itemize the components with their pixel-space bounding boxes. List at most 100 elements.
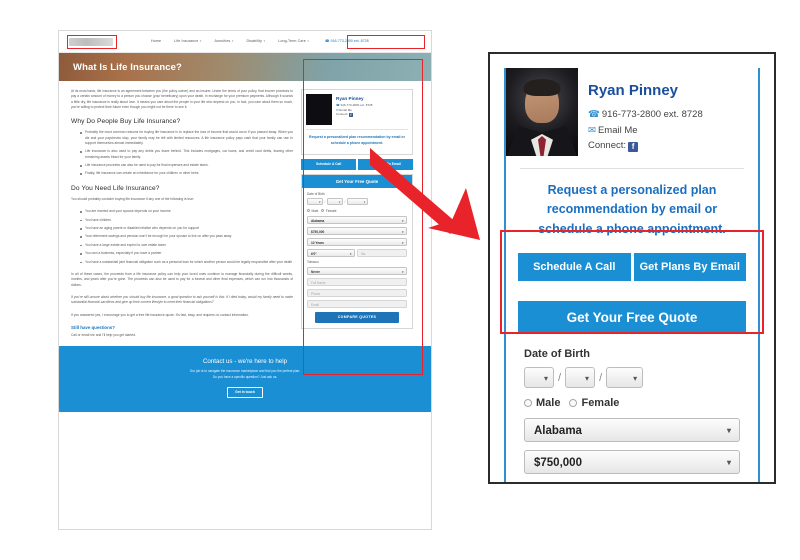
- dob-label: Date of Birth: [524, 348, 590, 361]
- chevron-down-icon: ▾: [231, 38, 234, 43]
- schedule-a-call-button[interactable]: Schedule A Call: [518, 253, 631, 282]
- radio-icon: [524, 399, 532, 408]
- nav-links: Home Life Insurance ▾ Annuities ▾ Disabili…: [151, 38, 310, 44]
- list-item: Your retirement savings and pension won'…: [80, 234, 293, 239]
- agent-card: Ryan Pinney ☎ 916-773-2800 ext. 8728 ✉ E…: [301, 89, 413, 155]
- list-item: Probably the most common reasons for buy…: [80, 130, 293, 146]
- get-in-touch-button[interactable]: Get in touch: [227, 386, 263, 398]
- agent-meta: Ryan Pinney ☎ 916-773-2800 ext. 8728 ✉ E…: [336, 94, 372, 125]
- article-column: At its most basic, life insurance is an …: [71, 89, 293, 338]
- radio-icon: [321, 209, 325, 213]
- footer-title: Contact us - we're here to help: [202, 358, 288, 366]
- get-plans-by-email-button[interactable]: Get Plans By Email: [633, 253, 746, 282]
- avatar: [506, 68, 578, 156]
- dob-row: / /: [307, 198, 407, 206]
- article-intro: At its most basic, life insurance is an …: [71, 89, 293, 109]
- agent-name: Ryan Pinney: [336, 96, 364, 101]
- tobacco-label: Tobacco: [307, 260, 319, 265]
- chevron-down-icon: ▾: [263, 38, 266, 43]
- slash-separator: /: [599, 371, 603, 384]
- agent-cta-text: Request a personalized plan recommendati…: [306, 129, 408, 150]
- email-input[interactable]: Email: [307, 299, 407, 308]
- dob-year-select[interactable]: [606, 367, 644, 389]
- dob-month-select[interactable]: [524, 367, 554, 389]
- quote-form-body: Date of Birth / / Male Female Alaba: [302, 188, 412, 328]
- heading-still-have-questions: Still have questions?: [71, 325, 115, 331]
- slash-separator: /: [344, 199, 346, 204]
- need-list: You are married and your spouse depends …: [80, 209, 293, 265]
- heading-why-buy: Why Do People Buy Life Insurance?: [71, 118, 181, 126]
- agent-connect: Connect: f: [336, 112, 353, 117]
- phone-input[interactable]: Phone: [307, 288, 407, 297]
- agent-phone[interactable]: ☎ 916-773-2800 ext. 8728: [588, 107, 703, 123]
- screenshot-stage: Home Life Insurance ▾ Annuities ▾ Disabili…: [0, 0, 800, 560]
- dob-year-select[interactable]: [346, 198, 368, 206]
- state-select[interactable]: Alabama: [307, 216, 407, 225]
- hero-banner: What Is Life Insurance?: [59, 53, 431, 81]
- facebook-icon[interactable]: f: [348, 112, 353, 117]
- list-item: You are married and your spouse depends …: [80, 209, 293, 214]
- heading-do-you-need: Do You Need Life Insurance?: [71, 184, 160, 192]
- paragraph-answer: If you answered yes, I encourage you to …: [71, 312, 249, 317]
- dob-day-select[interactable]: [565, 367, 596, 389]
- schedule-a-call-button[interactable]: Schedule A Call: [301, 158, 357, 170]
- nav-item-home[interactable]: Home: [151, 39, 161, 44]
- webpage-screenshot: Home Life Insurance ▾ Annuities ▾ Disabili…: [58, 30, 432, 530]
- slash-separator: /: [324, 199, 326, 204]
- quote-form-box: Get Your Free Quote Date of Birth / / Ma…: [301, 173, 413, 329]
- radio-icon: [569, 399, 578, 408]
- agent-row: Ryan Pinney ☎ 916-773-2800 ext. 8728 ✉ E…: [306, 94, 408, 125]
- agent-email[interactable]: ✉ Email Me: [588, 123, 703, 139]
- gender-male-radio[interactable]: Male: [524, 397, 560, 409]
- list-item: You have children: [80, 218, 293, 223]
- zoomed-detail-panel: Ryan Pinney ☎ 916-773-2800 ext. 8728 ✉ Ema…: [488, 52, 776, 484]
- dob-month-select[interactable]: [307, 198, 323, 206]
- gender-female-radio[interactable]: Female: [321, 209, 337, 213]
- list-item: You have a large estate and expect to ow…: [80, 243, 293, 248]
- nav-phone-link[interactable]: ☎ 916-773-2800 ext. 8728: [325, 39, 369, 44]
- nav-item-long-term-care[interactable]: Long-Term Care ▾: [278, 38, 310, 44]
- coverage-amount-select[interactable]: $750,000: [524, 450, 740, 475]
- sidebar-column: Ryan Pinney ☎ 916-773-2800 ext. 8728 ✉ E…: [301, 89, 413, 338]
- full-name-input[interactable]: Full Name: [307, 277, 407, 286]
- page-title: What Is Life Insurance?: [73, 61, 182, 73]
- avatar-hair: [523, 79, 561, 97]
- page-body: At its most basic, life insurance is an …: [59, 81, 431, 347]
- list-item: Life insurance proceeds can also be used…: [80, 163, 293, 168]
- need-intro: You should probably consider buying life…: [71, 196, 195, 201]
- chevron-down-icon: ▾: [199, 38, 202, 43]
- weight-input[interactable]: lbs.: [357, 249, 407, 258]
- state-select[interactable]: Alabama: [524, 418, 740, 443]
- gender-female-radio[interactable]: Female: [569, 397, 619, 409]
- nav-item-annuities[interactable]: Annuities ▾: [214, 38, 234, 44]
- site-navbar: Home Life Insurance ▾ Annuities ▾ Disabili…: [59, 31, 431, 53]
- avatar: [306, 94, 332, 125]
- dob-row: / /: [524, 367, 740, 389]
- chevron-down-icon: ▾: [307, 38, 310, 43]
- why-buy-list: Probably the most common reasons for buy…: [80, 130, 293, 176]
- get-plans-by-email-button[interactable]: Get Plans By Email: [357, 158, 413, 170]
- envelope-icon: ✉: [588, 124, 596, 136]
- zoom-panel-inner: Ryan Pinney ☎ 916-773-2800 ext. 8728 ✉ Ema…: [490, 54, 774, 482]
- compare-quotes-button[interactable]: COMPARE QUOTES: [315, 311, 399, 323]
- nav-item-life-insurance[interactable]: Life Insurance ▾: [174, 38, 202, 44]
- get-your-free-quote-button[interactable]: Get Your Free Quote: [518, 301, 746, 335]
- list-item: You have an aging parent or disabled rel…: [80, 226, 293, 231]
- term-length-select[interactable]: 10 Years: [524, 482, 740, 484]
- site-logo[interactable]: [69, 37, 113, 46]
- gender-radio-row: Male Female: [524, 397, 740, 409]
- dob-day-select[interactable]: [326, 198, 343, 206]
- facebook-icon[interactable]: f: [628, 142, 639, 153]
- gender-male-radio[interactable]: Male: [307, 209, 318, 213]
- term-length-select[interactable]: 10 Years: [307, 238, 407, 247]
- paragraph-unsure: If you're still unsure about whether you…: [71, 295, 293, 305]
- tobacco-select[interactable]: Never: [307, 266, 407, 276]
- footer-line-2: Do you have a specific question? Just as…: [212, 374, 278, 379]
- list-item: You have a substantial joint financial o…: [80, 260, 293, 265]
- radio-icon: [307, 209, 310, 213]
- phone-icon: ☎: [336, 103, 340, 107]
- questions-subtext: Call or email me and I'll help you get s…: [71, 333, 136, 338]
- height-select[interactable]: 6'0": [307, 249, 355, 258]
- coverage-amount-select[interactable]: $750,000: [307, 227, 407, 236]
- nav-item-disability[interactable]: Disability ▾: [247, 38, 266, 44]
